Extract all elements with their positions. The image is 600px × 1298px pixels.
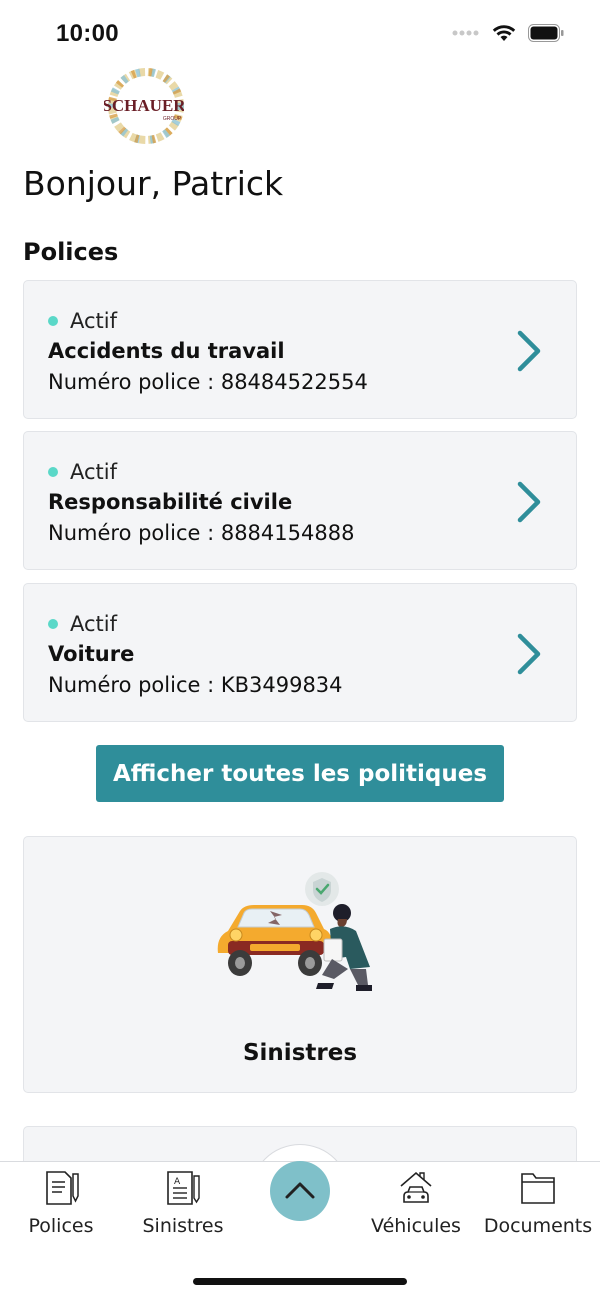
policy-card[interactable]: Actif Voiture Numéro police : KB3499834 [23, 583, 577, 722]
show-all-policies-button[interactable]: Afficher toutes les politiques [96, 745, 504, 802]
chevron-up-icon [285, 1182, 315, 1199]
policies-section-title: Polices [23, 238, 119, 266]
signal-icon [452, 30, 479, 36]
status-dot-icon [48, 619, 58, 629]
chevron-right-icon[interactable] [514, 329, 544, 373]
policy-status: Actif [48, 309, 117, 333]
policy-status: Actif [48, 460, 117, 484]
car-garage-icon [400, 1171, 432, 1203]
claim-form-icon: A [167, 1171, 200, 1205]
chevron-right-icon[interactable] [514, 480, 544, 524]
status-dot-icon [48, 467, 58, 477]
policy-number: Numéro police : 8884154888 [48, 521, 355, 545]
tab-label: Polices [28, 1215, 94, 1237]
car-claim-illustration [217, 872, 372, 991]
policy-number: Numéro police : 88484522554 [48, 370, 368, 394]
status-bar: 10:00 [0, 0, 600, 64]
status-icons [452, 24, 564, 42]
tab-label: Sinistres [142, 1215, 224, 1237]
home-indicator [193, 1278, 407, 1285]
claims-card-title: Sinistres [242, 1040, 358, 1066]
wifi-icon [492, 25, 516, 41]
tab-label: Documents [483, 1215, 593, 1237]
policy-status: Actif [48, 612, 117, 636]
chevron-right-icon[interactable] [514, 632, 544, 676]
policy-name: Responsabilité civile [48, 490, 293, 514]
policy-document-icon [46, 1171, 79, 1205]
policy-name: Accidents du travail [48, 339, 285, 363]
battery-icon [528, 24, 564, 42]
status-dot-icon [48, 316, 58, 326]
claims-card[interactable]: Sinistres [23, 836, 577, 1093]
folder-icon [521, 1173, 555, 1204]
policy-name: Voiture [48, 642, 135, 666]
greeting: Bonjour, Patrick [23, 164, 284, 203]
status-time: 10:00 [56, 20, 119, 47]
expand-menu-button[interactable] [270, 1161, 330, 1221]
tab-label: Véhicules [371, 1215, 461, 1237]
svg-text:SCHAUER: SCHAUER [104, 96, 184, 115]
policy-number: Numéro police : KB3499834 [48, 673, 343, 697]
company-logo: SCHAUER GROUP [102, 68, 186, 144]
policy-card[interactable]: Actif Responsabilité civile Numéro polic… [23, 431, 577, 570]
policy-status-label: Actif [70, 309, 118, 333]
svg-text:GROUP: GROUP [163, 116, 182, 122]
policy-status-label: Actif [70, 612, 118, 636]
policy-status-label: Actif [70, 460, 118, 484]
svg-text:A: A [174, 1177, 181, 1187]
policy-card[interactable]: Actif Accidents du travail Numéro police… [23, 280, 577, 419]
